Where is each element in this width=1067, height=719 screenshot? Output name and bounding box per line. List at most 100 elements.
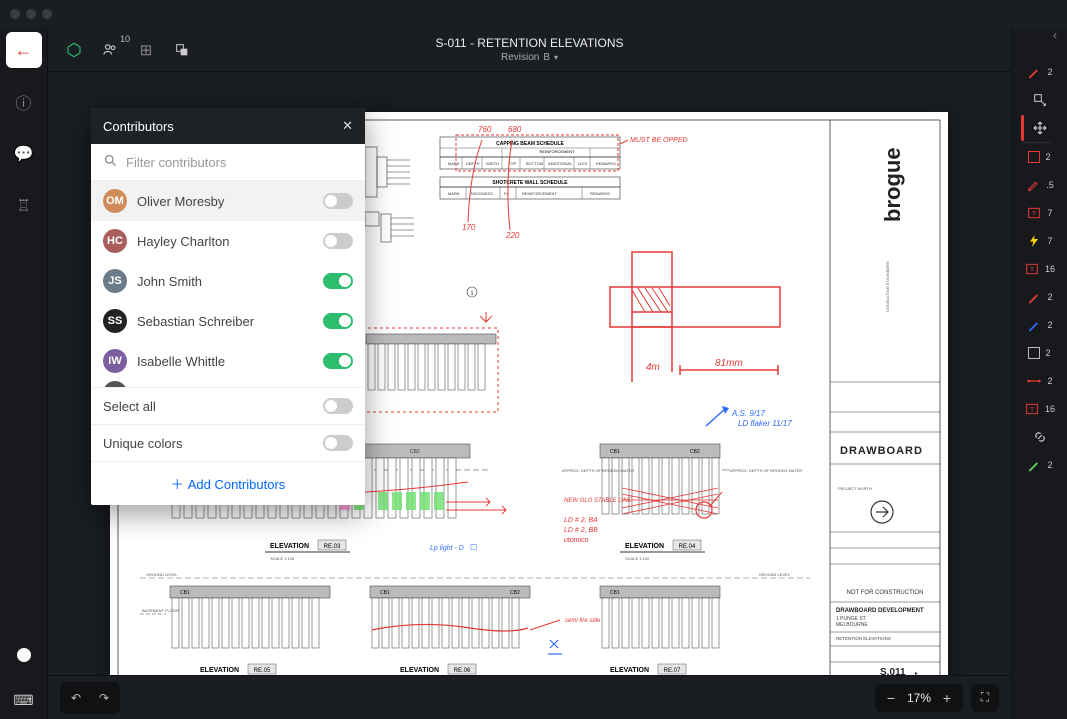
window-titlebar — [0, 0, 1067, 28]
zoom-value: 17% — [907, 691, 931, 705]
contributor-row[interactable]: SSSebastian Schreiber — [91, 301, 365, 341]
contributor-row[interactable]: IW Isabelle Whittle — [91, 341, 365, 381]
contributor-toggle[interactable] — [323, 353, 353, 369]
keyboard-icon[interactable]: ⌨ — [13, 692, 33, 709]
comment-icon: 💬 — [14, 144, 34, 164]
svg-text:220: 220 — [505, 231, 520, 240]
zoom-out-button[interactable]: − — [885, 690, 897, 706]
tool-pen-green[interactable]: 2 — [1021, 451, 1059, 479]
svg-text:APPROX. DEPTH OF BROKEN WATER: APPROX. DEPTH OF BROKEN WATER — [562, 468, 634, 473]
svg-text:760: 760 — [478, 125, 492, 134]
tool-line-red[interactable]: 2 — [1021, 367, 1059, 395]
layers-button[interactable] — [60, 36, 88, 64]
tool-text-red-1[interactable]: T7 — [1021, 199, 1059, 227]
tool-size-label: 2 — [1045, 348, 1050, 358]
comments-button[interactable]: 💬 — [6, 136, 42, 172]
svg-text:LD # 2, BB: LD # 2, BB — [564, 527, 598, 534]
add-contributors-button[interactable]: ＋Add Contributors — [91, 461, 365, 505]
compare-button[interactable] — [168, 36, 196, 64]
max-window-dot[interactable] — [42, 9, 52, 19]
avatar: IW — [103, 349, 127, 373]
tool-rect-red-1[interactable]: 2 — [1021, 143, 1059, 171]
stamp-button[interactable]: ♖ — [6, 188, 42, 224]
svg-text:RE.04: RE.04 — [679, 544, 696, 550]
presence-indicator — [17, 648, 31, 662]
svg-text:CB2: CB2 — [510, 590, 520, 596]
unique-colors-row[interactable]: Unique colors — [91, 424, 365, 461]
svg-text:ELEVATION: ELEVATION — [625, 543, 664, 550]
tool-cursor-select[interactable] — [1021, 86, 1059, 114]
tool-size-label: .5 — [1046, 180, 1054, 190]
plus-icon: ＋ — [171, 477, 184, 492]
back-button[interactable]: ← — [6, 32, 42, 68]
compare-icon — [174, 42, 190, 58]
contributor-name: Isabelle Whittle — [137, 354, 313, 369]
svg-text:DEPTH: DEPTH — [466, 161, 480, 166]
contributor-toggle[interactable] — [323, 273, 353, 289]
revision-selector[interactable]: Revision B ▾ — [435, 52, 623, 63]
contributor-row[interactable]: JSJohn Smith — [91, 261, 365, 301]
select-all-toggle[interactable] — [323, 398, 353, 414]
svg-text:T: T — [1032, 211, 1036, 218]
tool-size-label: 7 — [1047, 236, 1052, 246]
svg-text:ELEVATION: ELEVATION — [400, 667, 439, 674]
tool-move[interactable] — [1021, 114, 1059, 142]
svg-text:ADDITIONAL: ADDITIONAL — [548, 161, 573, 166]
svg-text:680: 680 — [508, 125, 522, 134]
svg-text:LIGS: LIGS — [578, 161, 587, 166]
contributor-row[interactable]: HCHayley Charlton — [91, 221, 365, 261]
min-window-dot[interactable] — [26, 9, 36, 19]
fullscreen-button[interactable]: ⛶ — [971, 684, 999, 712]
tool-rect-gray[interactable]: 2 — [1021, 339, 1059, 367]
svg-text:DRAWBOARD DEVELOPMENT: DRAWBOARD DEVELOPMENT — [836, 608, 924, 614]
undo-button[interactable]: ↶ — [64, 686, 88, 710]
unique-colors-toggle[interactable] — [323, 435, 353, 451]
zoom-in-button[interactable]: + — [941, 690, 953, 706]
close-window-dot[interactable] — [10, 9, 20, 19]
contributor-name: John Smith — [137, 274, 313, 289]
svg-text:THICKNESS: THICKNESS — [470, 191, 493, 196]
canvas-viewport[interactable]: Contributors ✕ OMOliver MoresbyHCHayley … — [48, 72, 1011, 675]
stamp-icon: ♖ — [16, 196, 30, 216]
tool-pen-red[interactable]: 2 — [1021, 58, 1059, 86]
svg-text:☐: ☐ — [470, 543, 477, 552]
svg-text:CB2: CB2 — [410, 449, 420, 455]
tool-pen-blue[interactable]: 2 — [1021, 311, 1059, 339]
svg-text:RE.03: RE.03 — [324, 544, 341, 550]
svg-text:170: 170 — [462, 223, 476, 232]
contributors-button[interactable]: 10 — [96, 36, 124, 64]
tool-text-red-2[interactable]: T16 — [1021, 255, 1059, 283]
svg-text:CONSULTING ENGINEERS: CONSULTING ENGINEERS — [885, 261, 890, 312]
tool-link[interactable] — [1021, 423, 1059, 451]
info-button[interactable]: ⓘ — [6, 84, 42, 120]
svg-text:SHOTCRETE WALL SCHEDULE: SHOTCRETE WALL SCHEDULE — [492, 180, 568, 186]
tool-eyedropper[interactable]: .5 — [1021, 171, 1059, 199]
select-all-row[interactable]: Select all — [91, 387, 365, 424]
tool-size-label: 2 — [1047, 460, 1052, 470]
grid-button[interactable]: ⊞ — [132, 36, 160, 64]
top-toolbar: 10 ⊞ S-011 - RETENTION ELEVATIONS Revisi… — [48, 28, 1011, 72]
tool-size-label: 2 — [1047, 67, 1052, 77]
avatar: SS — [103, 309, 127, 333]
contributor-toggle[interactable] — [323, 313, 353, 329]
tool-text-red-3[interactable]: T16 — [1021, 395, 1059, 423]
contributor-name: Hayley Charlton — [137, 234, 313, 249]
search-icon — [103, 153, 118, 171]
collapse-rail-button[interactable]: ‹ — [1053, 28, 1057, 42]
tool-highlighter[interactable]: 7 — [1021, 227, 1059, 255]
redo-button[interactable]: ↷ — [92, 686, 116, 710]
contributor-toggle[interactable] — [323, 233, 353, 249]
contributor-toggle[interactable] — [323, 193, 353, 209]
contributor-row[interactable]: OMOliver Moresby — [91, 181, 365, 221]
panel-close-button[interactable]: ✕ — [342, 118, 353, 134]
svg-text:BASEMENT FLOOR: BASEMENT FLOOR — [142, 608, 179, 613]
arrow-left-icon: ← — [15, 40, 33, 61]
svg-text:RE.07: RE.07 — [664, 668, 681, 674]
svg-text:semi fire side: semi fire side — [565, 618, 601, 624]
tool-pen-red-2[interactable]: 2 — [1021, 283, 1059, 311]
contributors-panel: Contributors ✕ OMOliver MoresbyHCHayley … — [91, 108, 365, 505]
contributor-filter-input[interactable] — [126, 155, 353, 170]
svg-text:CB1: CB1 — [610, 590, 620, 596]
tool-size-label: 7 — [1047, 208, 1052, 218]
svg-text:REMARKS: REMARKS — [596, 161, 616, 166]
